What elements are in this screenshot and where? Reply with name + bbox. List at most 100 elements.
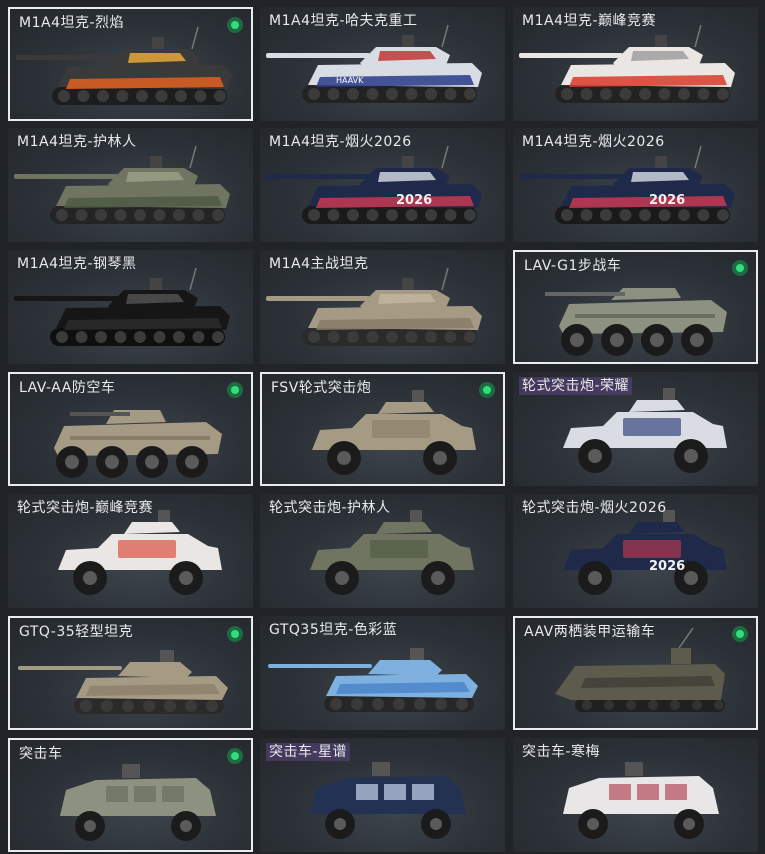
road-wheel	[372, 698, 384, 710]
road-wheel	[75, 331, 88, 343]
vehicle-card[interactable]: 突击车-寒梅	[513, 738, 758, 852]
vehicle-card[interactable]: LAV-G1步战车	[513, 250, 758, 364]
road-wheel	[425, 88, 437, 100]
skin-logo-text: HAAVK	[336, 76, 364, 85]
vehicle-card[interactable]: M1A4坦克-巅峰竞赛	[513, 7, 758, 121]
wheel-hub	[588, 571, 602, 585]
vehicle-name: 突击车-星谱	[266, 743, 351, 761]
road-wheel	[143, 700, 155, 712]
sight	[410, 648, 424, 660]
hull-paint	[64, 196, 222, 208]
vehicle-card[interactable]: M1A4坦克-烈焰	[8, 7, 253, 121]
road-wheel	[435, 698, 447, 710]
wheel-hub	[650, 333, 664, 347]
wheel-hub	[570, 333, 584, 347]
hull-paint	[581, 676, 715, 688]
window	[637, 784, 659, 800]
vehicle-card[interactable]: M1A4坦克-护林人	[8, 128, 253, 242]
turret	[629, 400, 685, 412]
road-wheel	[464, 331, 476, 343]
main-gun	[14, 296, 118, 301]
vehicle-card[interactable]: 轮式突击炮-巅峰竞赛	[8, 494, 253, 608]
hull-paint	[316, 318, 474, 330]
wheel-hub	[683, 818, 695, 830]
vehicle-name: 轮式突击炮-巅峰竞赛	[17, 500, 154, 516]
antenna	[441, 24, 449, 48]
road-wheel	[386, 331, 398, 343]
wheel-hub	[337, 451, 351, 465]
vehicle-card[interactable]: 轮式突击炮-荣耀	[513, 372, 758, 486]
rws	[412, 390, 424, 402]
road-wheel	[600, 209, 612, 221]
skin-year-text: 2026	[649, 193, 685, 208]
vehicle-skin-grid: M1A4坦克-烈焰 HAAVK M1A4坦克-哈夫克重工 M1A4坦克-巅峰竞赛 M1A…	[0, 0, 765, 854]
commander-sight	[152, 37, 164, 49]
road-wheel	[582, 700, 592, 710]
road-wheel	[604, 700, 614, 710]
main-gun	[519, 174, 623, 179]
road-wheel	[330, 698, 342, 710]
vehicle-card[interactable]: 轮式突击炮-护林人	[260, 494, 505, 608]
vehicle-name: M1A4坦克-烈焰	[19, 15, 125, 31]
road-wheel	[414, 698, 426, 710]
vehicle-name: M1A4坦克-烟火2026	[269, 134, 412, 150]
vehicle-card[interactable]: AAV两栖装甲运输车	[513, 616, 758, 730]
window	[356, 784, 378, 800]
road-wheel	[464, 209, 476, 221]
hull-paint	[569, 75, 727, 87]
window-panel	[118, 540, 176, 558]
road-wheel	[56, 331, 68, 343]
vehicle-card[interactable]: M1A4坦克-钢琴黑	[8, 250, 253, 364]
vehicle-card[interactable]: 2026 M1A4坦克-烟火2026	[260, 128, 505, 242]
road-wheel	[116, 90, 129, 102]
turret	[671, 648, 691, 664]
road-wheel	[600, 88, 612, 100]
vehicle-card[interactable]: FSV轮式突击炮	[260, 372, 505, 486]
wheel-hub	[610, 333, 624, 347]
vehicle-card[interactable]: M1A4主战坦克	[260, 250, 505, 364]
vehicle-card[interactable]: GTQ35坦克-色彩蓝	[260, 616, 505, 730]
commander-sight	[655, 156, 667, 168]
wheel-hub	[185, 455, 199, 469]
vehicle-card[interactable]: LAV-AA防空车	[8, 372, 253, 486]
vehicle-card[interactable]: GTQ-35轻型坦克	[8, 616, 253, 730]
vehicle-name: M1A4坦克-钢琴黑	[17, 256, 137, 272]
road-wheel	[308, 331, 320, 343]
vehicle-card[interactable]: 2026 轮式突击炮-烟火2026	[513, 494, 758, 608]
road-wheel	[101, 700, 113, 712]
road-wheel	[444, 209, 457, 221]
road-wheel	[95, 209, 107, 221]
antenna	[191, 26, 199, 50]
window-panel	[370, 540, 428, 558]
turret	[376, 522, 432, 534]
vehicle-card[interactable]: HAAVK M1A4坦克-哈夫克重工	[260, 7, 505, 121]
vehicle-name: 轮式突击炮-护林人	[269, 500, 391, 516]
vehicle-name: M1A4坦克-护林人	[17, 134, 137, 150]
road-wheel	[185, 700, 197, 712]
aa-gun	[70, 412, 130, 416]
road-wheel	[194, 90, 207, 102]
wheel-hub	[65, 455, 79, 469]
road-wheel	[351, 698, 363, 710]
road-wheel	[658, 88, 671, 100]
vehicle-card[interactable]: 突击车-星谱	[260, 738, 505, 852]
road-wheel	[561, 209, 573, 221]
vehicle-name: 突击车-寒梅	[522, 744, 601, 760]
main-gun	[14, 174, 118, 179]
road-wheel	[58, 90, 70, 102]
antenna	[189, 145, 197, 169]
window-panel	[623, 540, 681, 558]
wheel-hub	[105, 455, 119, 469]
road-wheel	[327, 209, 340, 221]
vehicle-card[interactable]: 2026 M1A4坦克-烟火2026	[513, 128, 758, 242]
main-gun	[519, 53, 623, 58]
road-wheel	[347, 331, 359, 343]
vehicle-card[interactable]: 突击车	[8, 738, 253, 852]
wheel-hub	[690, 333, 704, 347]
road-wheel	[639, 209, 651, 221]
window	[412, 784, 434, 800]
wheel-hub	[145, 455, 159, 469]
rws	[625, 762, 643, 776]
vehicle-name: 突击车	[19, 746, 63, 762]
road-wheel	[153, 331, 166, 343]
